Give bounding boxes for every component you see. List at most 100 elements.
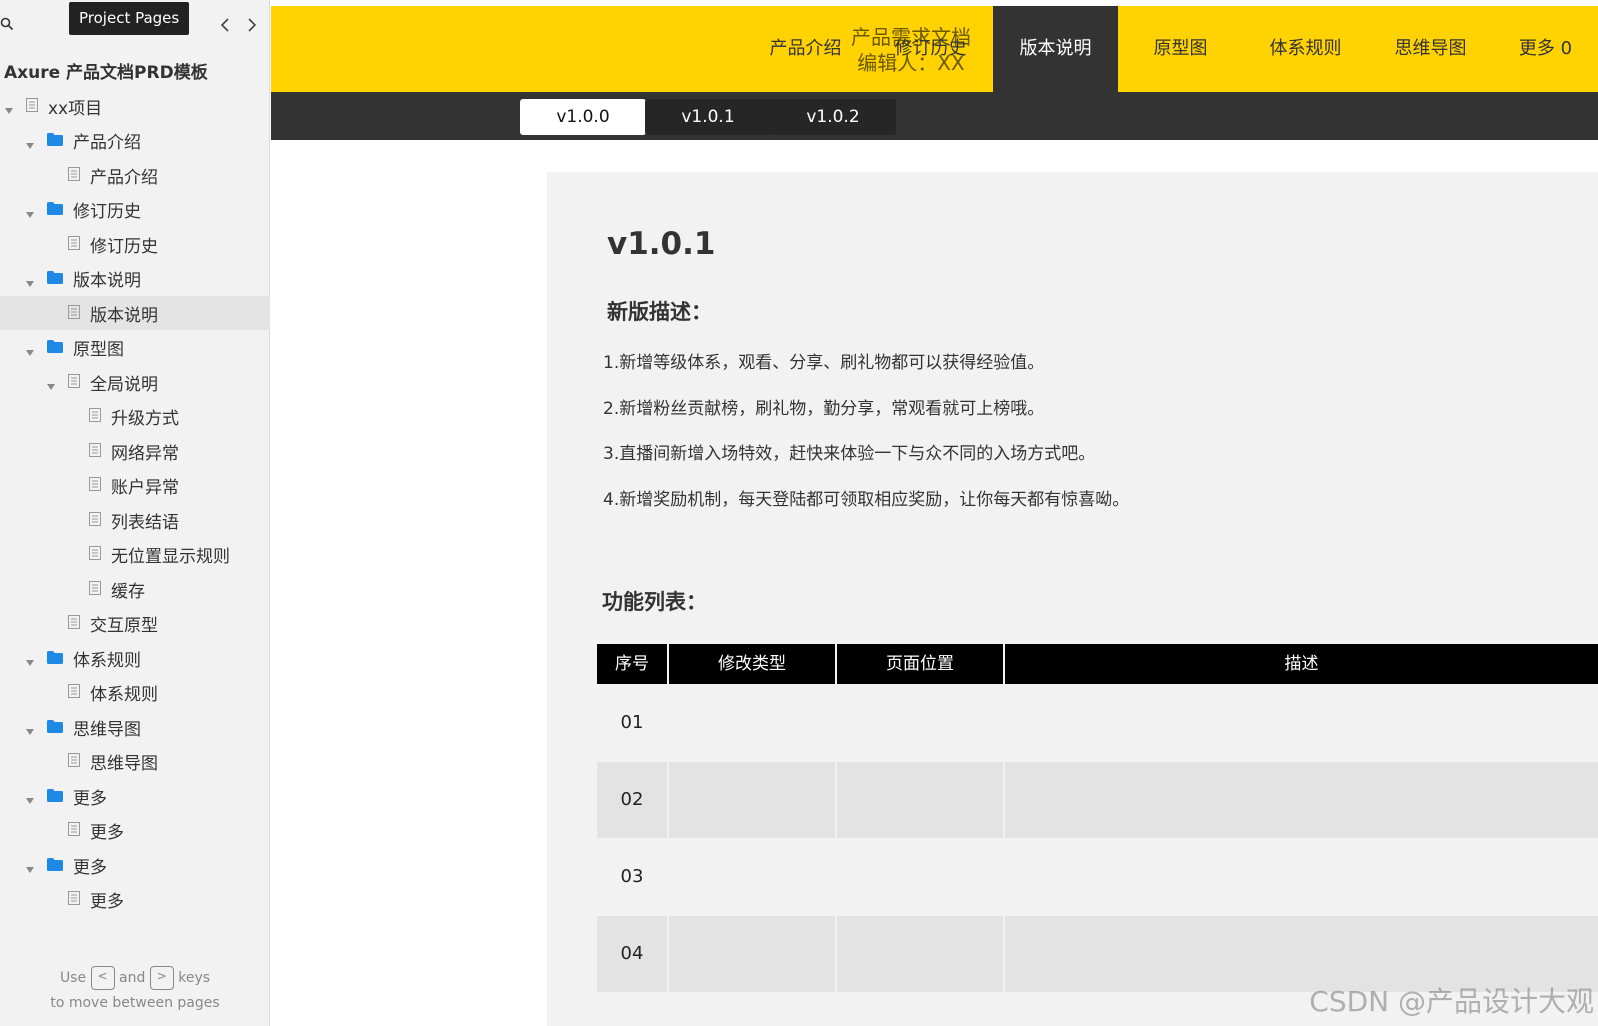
caret-spacer [67, 412, 77, 422]
tree-folder[interactable]: 原型图 [0, 331, 270, 365]
tree-page[interactable]: 更多 [0, 883, 270, 917]
tree-folder[interactable]: 版本说明 [0, 262, 270, 296]
page-icon [89, 545, 101, 564]
tree-item-label: 更多 [73, 857, 107, 878]
caret-down-icon[interactable] [25, 343, 35, 356]
tree-page[interactable]: 全局说明 [0, 365, 270, 399]
version-heading: v1.0.1 [607, 226, 716, 262]
page-icon [68, 235, 80, 254]
caret-down-icon[interactable] [4, 101, 14, 114]
tree-item-label: 体系规则 [90, 685, 158, 705]
sidebar-toolbar: Project Pages [0, 0, 270, 38]
caret-spacer [46, 619, 56, 629]
tree-folder[interactable]: 更多 [0, 779, 270, 813]
project-title: Axure 产品文档PRD模板 [4, 63, 208, 83]
tree-page[interactable]: 更多 [0, 814, 270, 848]
previous-page-icon[interactable] [219, 17, 231, 32]
nav-item[interactable]: 体系规则 [1243, 6, 1368, 92]
tree-page[interactable]: 版本说明 [0, 296, 270, 330]
tree-page[interactable]: xx项目 [0, 89, 270, 123]
caret-spacer [67, 481, 77, 491]
description-item: 1.新增等级体系，观看、分享、刷礼物都可以获得经验值。 [603, 353, 1045, 373]
row-number-cell: 03 [620, 866, 644, 887]
hint-keys: keys [178, 970, 211, 986]
folder-icon [47, 269, 63, 288]
table-cell [837, 762, 1003, 838]
caret-down-icon[interactable] [25, 274, 35, 287]
version-tab[interactable]: v1.0.1 [645, 99, 771, 135]
nav-item[interactable]: 更多 0 [1493, 6, 1598, 92]
feature-list-heading: 功能列表： [602, 590, 707, 614]
tree-page[interactable]: 网络异常 [0, 434, 270, 468]
caret-down-icon[interactable] [25, 791, 35, 804]
description-item: 4.新增奖励机制，每天登陆都可领取相应奖励，让你每天都有惊喜呦。 [603, 489, 1130, 510]
table-header-cell: 描述 [1005, 644, 1598, 684]
tree-page[interactable]: 思维导图 [0, 745, 270, 779]
tree-page[interactable]: 产品介绍 [0, 158, 270, 192]
tree-item-label: 产品介绍 [90, 167, 158, 188]
caret-spacer [46, 826, 56, 836]
caret-spacer [46, 757, 56, 767]
caret-spacer [67, 584, 77, 594]
tree-item-label: 体系规则 [73, 650, 141, 671]
tree-page[interactable]: 缓存 [0, 572, 270, 606]
prev-key-icon: < [90, 966, 115, 990]
tree-item-label: 更多 [73, 788, 107, 809]
tree-item-label: 交互原型 [90, 616, 158, 636]
table-cell [669, 685, 835, 761]
tree-page[interactable]: 账户异常 [0, 469, 270, 503]
tree-page[interactable]: 无位置显示规则 [0, 538, 270, 572]
caret-down-icon[interactable] [25, 136, 35, 149]
tree-page[interactable]: 体系规则 [0, 676, 270, 710]
description-heading: 新版描述： [607, 300, 712, 324]
tree-page[interactable]: 列表结语 [0, 503, 270, 537]
tree-item-label: 升级方式 [111, 409, 179, 429]
page-icon [68, 614, 80, 633]
row-number-cell: 02 [597, 762, 667, 838]
caret-spacer [67, 446, 77, 456]
search-icon[interactable] [0, 16, 14, 31]
page-icon [68, 890, 80, 909]
sidebar: Project Pages Axure 产品文档PRD模板 xx项目 产品介绍 产品… [0, 0, 270, 1026]
table-cell [669, 839, 835, 915]
caret-spacer [46, 688, 56, 698]
version-tab[interactable]: v1.0.0 [520, 99, 646, 135]
nav-item[interactable]: 原型图 [1118, 6, 1243, 92]
tree-item-label: 产品介绍 [73, 133, 141, 153]
tree-folder[interactable]: 产品介绍 [0, 124, 270, 158]
table-cell [837, 916, 1003, 992]
tree-item-label: 账户异常 [111, 478, 179, 498]
next-page-icon[interactable] [246, 17, 258, 32]
tree-page[interactable]: 修订历史 [0, 227, 270, 261]
nav-item[interactable]: 产品介绍 [743, 6, 868, 92]
tree-page[interactable]: 升级方式 [0, 400, 270, 434]
tree-page[interactable]: 交互原型 [0, 607, 270, 641]
caret-down-icon[interactable] [25, 860, 35, 873]
tree-folder[interactable]: 思维导图 [0, 710, 270, 744]
description-item: 3.直播间新增入场特效，赶快来体验一下与众不同的入场方式吧。 [603, 444, 1096, 464]
nav-item[interactable]: 版本说明 [993, 6, 1118, 92]
table-row: 01 [597, 685, 1598, 761]
nav-item[interactable]: 修订历史 [868, 6, 993, 92]
nav-item[interactable]: 思维导图 [1368, 6, 1493, 92]
page-icon [89, 476, 101, 495]
hint-use: Use [59, 970, 87, 986]
page-icon [68, 304, 80, 323]
tree-item-label: 更多 [90, 892, 124, 912]
caret-spacer [67, 515, 77, 525]
caret-down-icon[interactable] [46, 377, 56, 390]
page-icon [68, 373, 80, 392]
page-icon [89, 407, 101, 426]
tree-folder[interactable]: 更多 [0, 848, 270, 882]
tree-item-label: 缓存 [111, 581, 145, 602]
tree-folder[interactable]: 体系规则 [0, 641, 270, 675]
table-cell [669, 762, 835, 838]
caret-down-icon[interactable] [25, 205, 35, 218]
caret-down-icon[interactable] [25, 722, 35, 735]
folder-icon [47, 131, 63, 150]
tree-folder[interactable]: 修订历史 [0, 193, 270, 227]
version-tab[interactable]: v1.0.2 [770, 99, 896, 135]
tree-item-label: 原型图 [73, 340, 124, 360]
caret-down-icon[interactable] [25, 653, 35, 666]
row-number-cell: 04 [597, 916, 667, 992]
